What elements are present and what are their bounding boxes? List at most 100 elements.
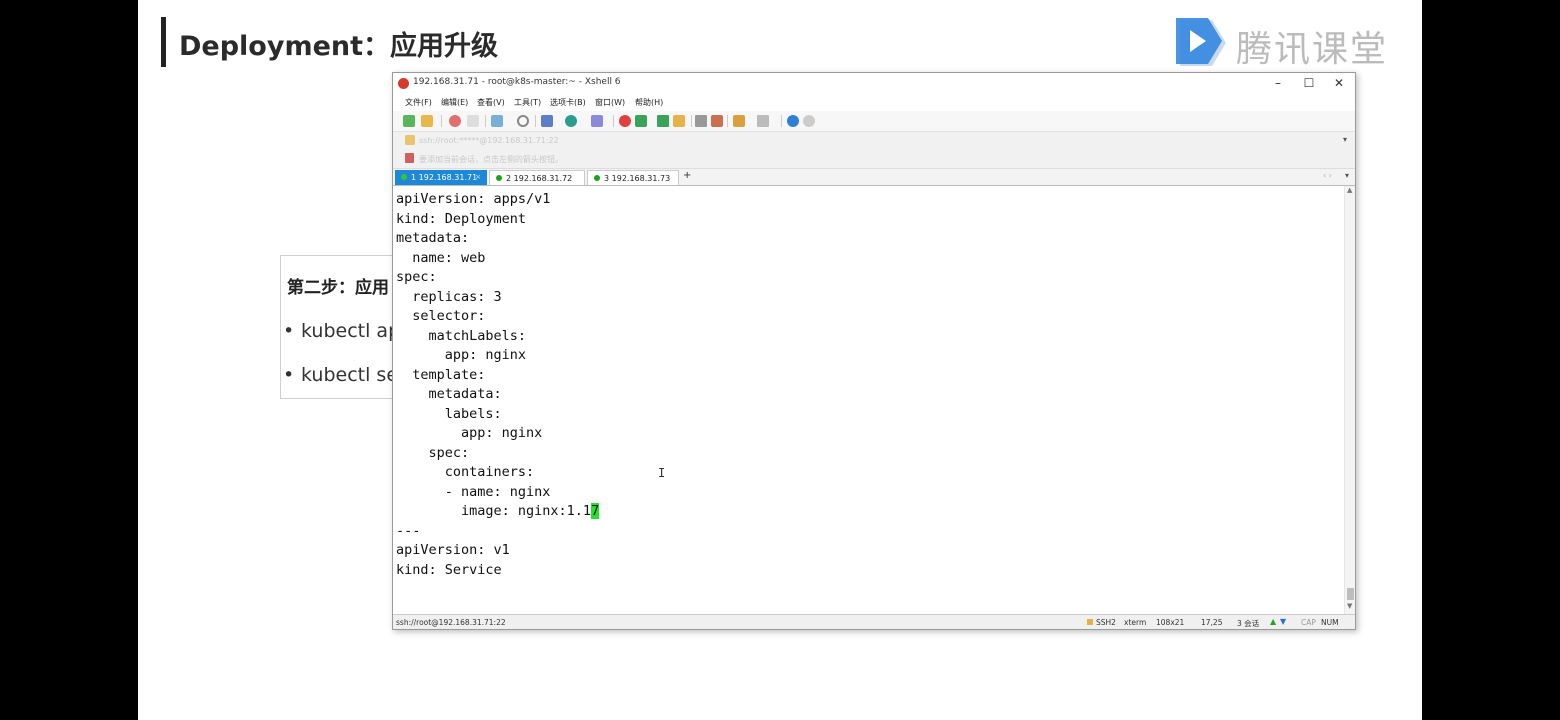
find-icon[interactable] [517,115,529,127]
bookmark-icon [405,153,414,163]
address-bar[interactable]: ssh://root:*****@192.168.31.71:22 ▾ [393,132,1355,151]
terminal-line: containers: [396,464,535,480]
xshell-window: 192.168.31.71 - root@k8s-master:~ - Xshe… [392,72,1356,630]
keyboard-icon[interactable] [695,115,707,127]
play-logo-icon [1176,18,1226,66]
status-cap: CAP [1301,618,1316,627]
address-text: ssh://root:*****@192.168.31.71:22 [419,136,559,145]
minimize-button[interactable]: – [1263,74,1293,93]
menu-file[interactable]: 文件(F) [405,97,432,108]
menu-tabs[interactable]: 选项卡(B) [550,97,586,108]
terminal-line: matchLabels: [396,327,527,344]
globe-icon[interactable] [565,115,577,127]
bullet-text: kubectl se [301,364,399,386]
bullet-dot: • [283,364,295,386]
download-arrow-icon: ▼ [1280,617,1287,626]
help-icon[interactable] [787,115,799,127]
menu-tools[interactable]: 工具(T) [514,97,541,108]
terminal-line: --- [396,522,421,539]
menu-edit[interactable]: 编辑(E) [441,97,468,108]
menubar: 文件(F) 编辑(E) 查看(V) 工具(T) 选项卡(B) 窗口(W) 帮助(… [393,94,1355,111]
window-title: 192.168.31.71 - root@k8s-master:~ - Xshe… [413,77,621,87]
tab-label: 2 192.168.31.72 [506,174,573,183]
menu-help[interactable]: 帮助(H) [635,97,663,108]
menu-window[interactable]: 窗口(W) [595,97,625,108]
scroll-up-arrow-icon[interactable]: ▲ [1347,186,1352,194]
xshell-app-icon [398,78,409,89]
layout-icon[interactable] [757,115,769,127]
xmanager-icon[interactable] [635,115,647,127]
tab-scroll-arrows[interactable]: ‹ › [1323,171,1332,180]
tencent-classroom-logo: 腾讯课堂 [1168,16,1388,70]
upload-arrow-icon: ▲ [1270,617,1277,626]
terminal-line: name: web [396,249,486,266]
terminal-line: apiVersion: apps/v1 [396,191,551,207]
options-icon[interactable] [803,115,815,127]
maximize-button[interactable]: ☐ [1294,74,1324,93]
tab-status-icon [401,173,407,180]
status-bar: ssh://root@192.168.31.71:22 SSH2 xterm 1… [393,614,1355,629]
reconnect-icon[interactable] [467,115,479,127]
terminal-line: app: nginx [396,347,527,363]
font-icon[interactable] [591,115,603,127]
open-folder-icon[interactable] [421,115,433,127]
address-dropdown-icon[interactable]: ▾ [1343,135,1347,144]
bullet-text: kubectl ap [301,320,401,342]
toolbar-divider [441,115,442,127]
toolbar-divider [535,115,536,127]
tab-list-dropdown-icon[interactable]: ▾ [1345,171,1349,180]
toolbar-divider [485,115,486,127]
logo-text: 腾讯课堂 [1236,29,1389,70]
step-heading: 第二步：应用 [287,278,389,298]
terminal-line: labels: [396,405,502,422]
lock-status-icon [1087,619,1093,625]
bullet-dot: • [283,320,295,342]
new-session-icon[interactable] [403,115,415,127]
properties-icon[interactable] [541,115,553,127]
copy-icon[interactable] [491,115,503,127]
tab-session-2[interactable]: 2 192.168.31.72 [489,170,585,185]
terminal-area[interactable]: apiVersion: apps/v1 kind: Deployment met… [393,186,1343,614]
tab-label: 1 192.168.31.71 [411,173,478,182]
lock-icon[interactable] [673,115,685,127]
disconnect-icon[interactable] [449,115,461,127]
terminal-line: - name: nginx [396,483,551,500]
status-size: 108x21 [1156,618,1185,627]
terminal-line: template: [396,366,486,383]
bullet-item: • kubectl ap [283,320,400,342]
terminal-scrollbar[interactable]: ▲ ▼ [1344,186,1355,614]
slide-title: Deployment：应用升级 [179,31,499,62]
hint-bar: 要添加当前会话，点击左侧的箭头按钮。 [393,150,1355,169]
menu-view[interactable]: 查看(V) [477,97,505,108]
toolbar [393,111,1355,132]
terminal-line: kind: Service [396,561,502,578]
terminal-line: metadata: [396,230,470,246]
tab-close-icon[interactable]: × [475,170,481,185]
toolbar-divider [781,115,782,127]
terminal-line: app: nginx [396,425,543,441]
terminal-line: metadata: [396,386,502,402]
status-connection: ssh://root@192.168.31.71:22 [396,618,506,627]
tab-session-1[interactable]: 1 192.168.31.71 × [395,170,487,185]
terminal-line: spec: [396,269,437,285]
text-cursor-ibeam-icon: I [658,466,666,480]
close-button[interactable]: ✕ [1324,74,1354,93]
toolbar-divider [613,115,614,127]
tab-session-3[interactable]: 3 192.168.31.73 [587,170,679,185]
address-folder-icon [405,135,415,145]
script-icon[interactable] [711,115,723,127]
add-tab-button[interactable]: + [683,170,691,181]
hint-text: 要添加当前会话，点击左侧的箭头按钮。 [419,155,563,164]
status-sessions: 3 会话 [1237,619,1260,628]
scroll-down-arrow-icon[interactable]: ▼ [1347,602,1352,610]
fullscreen-icon[interactable] [657,115,669,127]
session-tab-bar: 1 192.168.31.71 × 2 192.168.31.72 3 192.… [393,169,1355,186]
status-protocol: SSH2 [1096,618,1116,627]
terminal-line: selector: [396,308,486,324]
xftp-icon[interactable] [619,115,631,127]
terminal-line: replicas: 3 [396,288,502,305]
window-titlebar[interactable]: 192.168.31.71 - root@k8s-master:~ - Xshe… [393,73,1355,94]
scrollbar-thumb[interactable] [1347,588,1354,600]
tab-label: 3 192.168.31.73 [604,174,671,183]
transfer-icon[interactable] [733,115,745,127]
